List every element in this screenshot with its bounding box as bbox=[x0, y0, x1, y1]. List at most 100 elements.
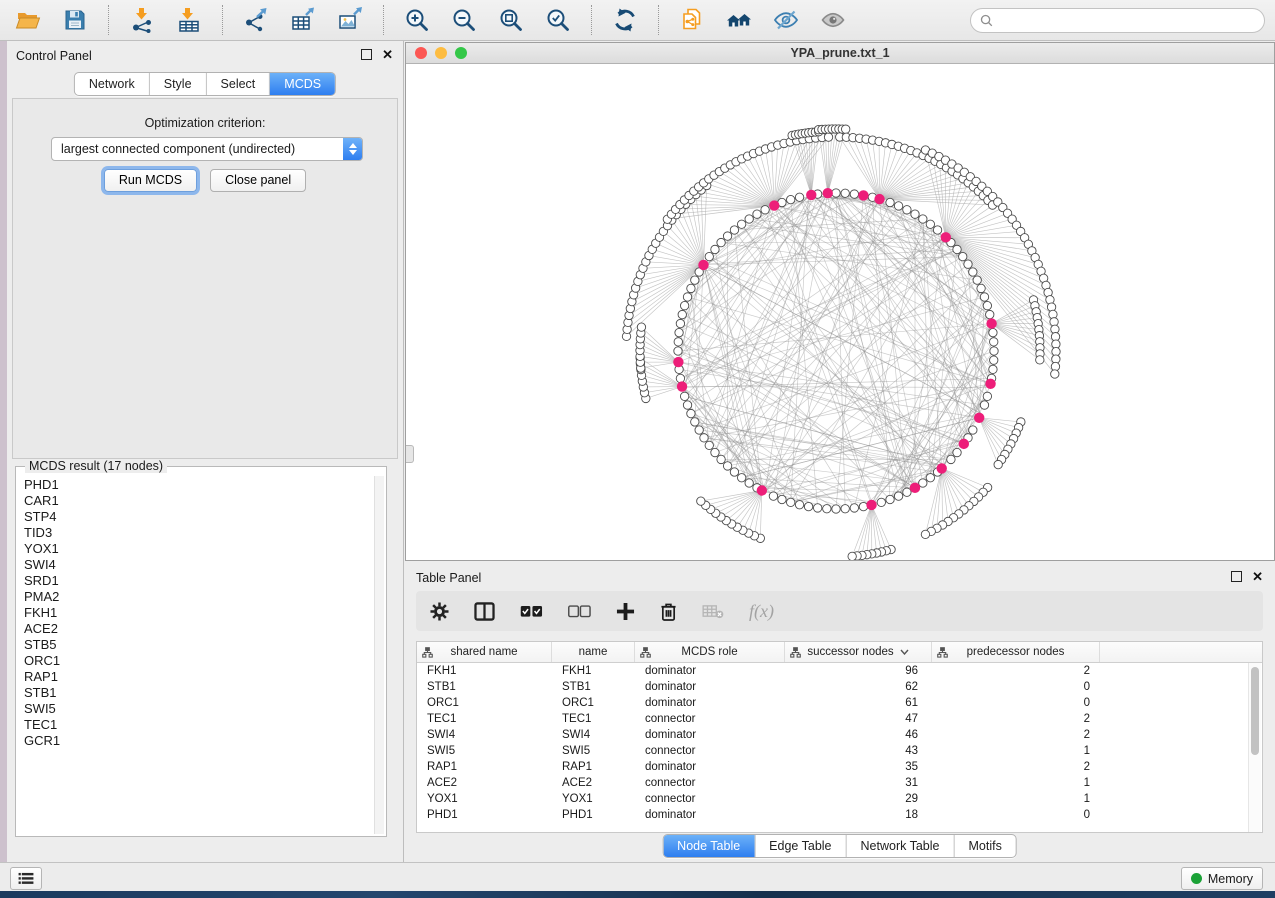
mcds-result-node[interactable]: GCR1 bbox=[17, 733, 374, 749]
zoom-selected-button[interactable] bbox=[540, 4, 576, 36]
table-cell[interactable]: 0 bbox=[932, 679, 1100, 695]
table-cell[interactable]: YOX1 bbox=[417, 791, 552, 807]
show-all-button[interactable] bbox=[815, 4, 851, 36]
show-columns-icon[interactable] bbox=[474, 602, 495, 621]
table-cell[interactable]: TEC1 bbox=[552, 711, 635, 727]
table-tab-edge-table[interactable]: Edge Table bbox=[755, 835, 846, 857]
table-cell[interactable]: 0 bbox=[932, 807, 1100, 823]
panel-menu-button[interactable] bbox=[10, 867, 42, 890]
minimize-window-icon[interactable] bbox=[435, 47, 447, 59]
table-tab-node-table[interactable]: Node Table bbox=[663, 835, 755, 857]
table-cell[interactable]: 31 bbox=[785, 775, 932, 791]
run-mcds-button[interactable]: Run MCDS bbox=[104, 169, 197, 192]
table-row[interactable]: YOX1YOX1connector291 bbox=[417, 791, 1262, 807]
mcds-result-node[interactable]: SRD1 bbox=[17, 573, 374, 589]
memory-button[interactable]: Memory bbox=[1181, 867, 1263, 890]
table-cell[interactable]: 35 bbox=[785, 759, 932, 775]
table-cell[interactable]: SWI5 bbox=[417, 743, 552, 759]
column-header-name[interactable]: name bbox=[552, 642, 635, 662]
table-row[interactable]: ACE2ACE2connector311 bbox=[417, 775, 1262, 791]
table-row[interactable]: FKH1FKH1dominator962 bbox=[417, 663, 1262, 679]
export-network-button[interactable] bbox=[238, 4, 274, 36]
table-cell[interactable]: 61 bbox=[785, 695, 932, 711]
table-row[interactable]: PHD1PHD1dominator180 bbox=[417, 807, 1262, 823]
table-settings-gear-icon[interactable] bbox=[430, 602, 449, 621]
mcds-result-node[interactable]: STB5 bbox=[17, 637, 374, 653]
table-cell[interactable]: 46 bbox=[785, 727, 932, 743]
table-cell[interactable]: ACE2 bbox=[552, 775, 635, 791]
delete-column-icon[interactable] bbox=[660, 602, 677, 621]
save-session-button[interactable] bbox=[57, 4, 93, 36]
deselect-all-icon[interactable] bbox=[568, 605, 591, 618]
mcds-result-node[interactable]: RAP1 bbox=[17, 669, 374, 685]
table-cell[interactable]: RAP1 bbox=[417, 759, 552, 775]
table-cell[interactable]: connector bbox=[635, 743, 785, 759]
delete-table-icon[interactable] bbox=[702, 604, 724, 619]
refresh-button[interactable] bbox=[607, 4, 643, 36]
import-table-button[interactable] bbox=[171, 4, 207, 36]
close-panel-button[interactable]: Close panel bbox=[210, 169, 306, 192]
tab-network[interactable]: Network bbox=[75, 73, 150, 95]
column-header-predecessor-nodes[interactable]: predecessor nodes bbox=[932, 642, 1100, 662]
duplicate-network-button[interactable] bbox=[674, 4, 710, 36]
zoom-fit-button[interactable] bbox=[493, 4, 529, 36]
table-cell[interactable]: dominator bbox=[635, 695, 785, 711]
table-cell[interactable]: 43 bbox=[785, 743, 932, 759]
table-cell[interactable]: 2 bbox=[932, 711, 1100, 727]
column-header-successor-nodes[interactable]: successor nodes bbox=[785, 642, 932, 662]
table-cell[interactable]: 1 bbox=[932, 775, 1100, 791]
table-row[interactable]: ORC1ORC1dominator610 bbox=[417, 695, 1262, 711]
mcds-result-node[interactable]: STP4 bbox=[17, 509, 374, 525]
first-neighbors-button[interactable] bbox=[721, 4, 757, 36]
table-cell[interactable]: YOX1 bbox=[552, 791, 635, 807]
export-image-button[interactable] bbox=[332, 4, 368, 36]
table-cell[interactable]: 1 bbox=[932, 791, 1100, 807]
table-cell[interactable]: RAP1 bbox=[552, 759, 635, 775]
mcds-result-node[interactable]: CAR1 bbox=[17, 493, 374, 509]
network-titlebar[interactable]: YPA_prune.txt_1 bbox=[406, 43, 1274, 64]
table-tab-motifs[interactable]: Motifs bbox=[954, 835, 1015, 857]
table-cell[interactable]: dominator bbox=[635, 663, 785, 679]
mcds-result-node[interactable]: PMA2 bbox=[17, 589, 374, 605]
splitter-grip[interactable] bbox=[406, 445, 414, 463]
table-cell[interactable]: 1 bbox=[932, 743, 1100, 759]
close-panel-icon[interactable]: ✕ bbox=[382, 50, 393, 60]
maximize-window-icon[interactable] bbox=[455, 47, 467, 59]
table-cell[interactable]: 2 bbox=[932, 663, 1100, 679]
float-table-panel-icon[interactable] bbox=[1231, 571, 1242, 582]
table-cell[interactable]: dominator bbox=[635, 727, 785, 743]
close-table-panel-icon[interactable]: ✕ bbox=[1252, 572, 1263, 582]
mcds-result-node[interactable]: SWI4 bbox=[17, 557, 374, 573]
mcds-result-node[interactable]: YOX1 bbox=[17, 541, 374, 557]
import-network-button[interactable] bbox=[124, 4, 160, 36]
table-cell[interactable]: PHD1 bbox=[552, 807, 635, 823]
result-scrollbar[interactable] bbox=[374, 476, 384, 834]
table-cell[interactable]: connector bbox=[635, 711, 785, 727]
function-builder-button[interactable]: f(x) bbox=[749, 601, 774, 622]
table-cell[interactable]: dominator bbox=[635, 679, 785, 695]
tab-select[interactable]: Select bbox=[207, 73, 271, 95]
mcds-result-node[interactable]: TID3 bbox=[17, 525, 374, 541]
open-file-button[interactable] bbox=[10, 4, 46, 36]
table-cell[interactable]: SWI4 bbox=[552, 727, 635, 743]
zoom-in-button[interactable] bbox=[399, 4, 435, 36]
table-cell[interactable]: 47 bbox=[785, 711, 932, 727]
optimization-criterion-select[interactable]: largest connected component (undirected) bbox=[51, 137, 363, 161]
network-graph[interactable] bbox=[406, 64, 1274, 560]
table-cell[interactable]: ORC1 bbox=[552, 695, 635, 711]
hide-selected-button[interactable] bbox=[768, 4, 804, 36]
table-cell[interactable]: FKH1 bbox=[417, 663, 552, 679]
table-cell[interactable]: PHD1 bbox=[417, 807, 552, 823]
mcds-result-node[interactable]: ACE2 bbox=[17, 621, 374, 637]
float-panel-icon[interactable] bbox=[361, 49, 372, 60]
tab-mcds[interactable]: MCDS bbox=[270, 73, 335, 95]
mcds-result-node[interactable]: TEC1 bbox=[17, 717, 374, 733]
table-cell[interactable]: STB1 bbox=[552, 679, 635, 695]
search-input[interactable] bbox=[999, 12, 1255, 28]
add-column-icon[interactable] bbox=[616, 602, 635, 621]
table-cell[interactable]: STB1 bbox=[417, 679, 552, 695]
table-cell[interactable]: FKH1 bbox=[552, 663, 635, 679]
select-all-icon[interactable] bbox=[520, 605, 543, 618]
mcds-result-node[interactable]: ORC1 bbox=[17, 653, 374, 669]
search-box[interactable] bbox=[970, 8, 1265, 33]
